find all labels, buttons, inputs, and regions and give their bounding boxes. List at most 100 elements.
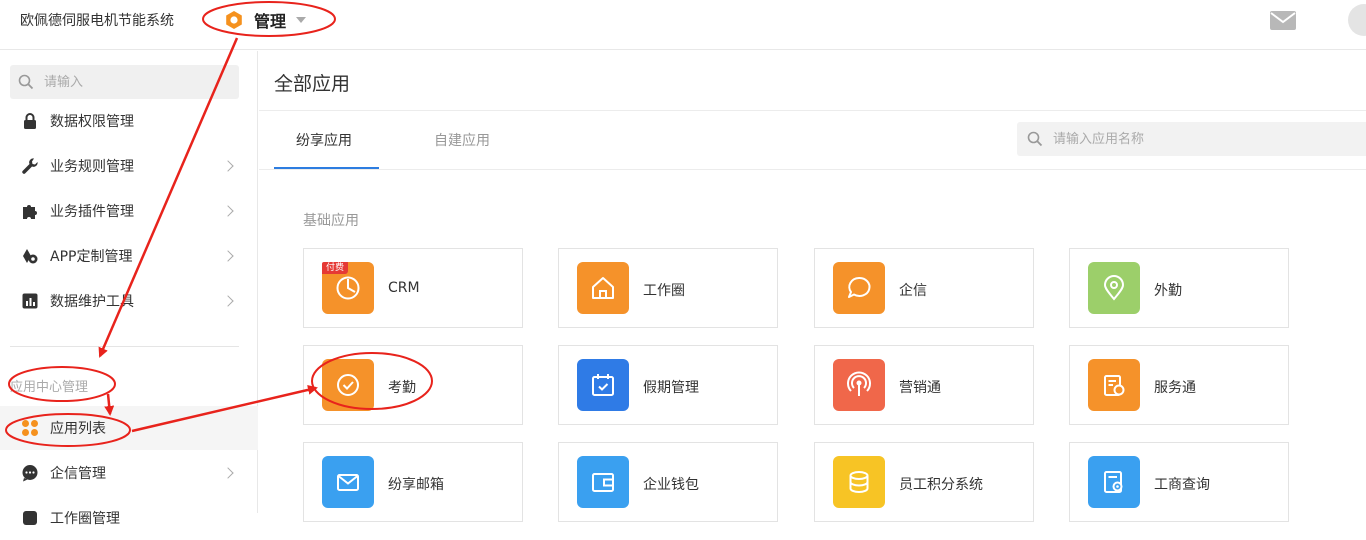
- app-tile: [577, 456, 629, 508]
- envelope-icon: [337, 474, 359, 491]
- clock-pie-icon: [336, 276, 360, 300]
- app-tile: [577, 359, 629, 411]
- search-icon: [1027, 131, 1043, 147]
- app-card-marketing[interactable]: 营销通: [814, 345, 1034, 425]
- mail-icon[interactable]: [1270, 11, 1296, 30]
- app-card-mail[interactable]: 纷享邮箱: [303, 442, 523, 522]
- sidebar-divider: [10, 346, 239, 347]
- sidebar-item-data-tools[interactable]: 数据维护工具: [0, 279, 258, 323]
- divider: [259, 110, 1366, 111]
- app-card-points[interactable]: 员工积分系统: [814, 442, 1034, 522]
- check-shield-icon: [337, 374, 359, 396]
- sidebar-item-work-circle[interactable]: 工作圈管理: [0, 496, 258, 540]
- mode-label: 管理: [254, 12, 287, 31]
- apps-grid-icon: [22, 420, 38, 436]
- sidebar: 数据权限管理 业务规则管理 业务插件管理 APP定制管理 数据维护工具: [0, 51, 258, 527]
- app-tile: [833, 262, 885, 314]
- service-doc-icon: [1104, 375, 1125, 396]
- sidebar-item-label: APP定制管理: [50, 249, 133, 265]
- chevron-right-icon: [222, 160, 234, 172]
- sidebar-item-business-plugins[interactable]: 业务插件管理: [0, 189, 258, 233]
- chat-icon: [22, 465, 38, 482]
- calendar-check-icon: [592, 374, 614, 396]
- app-tile: [1088, 262, 1140, 314]
- app-card-business-query[interactable]: 工商查询: [1069, 442, 1289, 522]
- sidebar-item-label: 数据维护工具: [50, 294, 134, 310]
- app-tile: [1088, 456, 1140, 508]
- main-content: 全部应用 纷享应用 自建应用 基础应用 付费 CRM 工作圈: [259, 51, 1366, 522]
- sidebar-search[interactable]: [10, 65, 239, 99]
- app-card-leave[interactable]: 假期管理: [558, 345, 778, 425]
- chart-icon: [22, 293, 38, 309]
- sidebar-item-label: 应用列表: [50, 421, 106, 437]
- app-name: 员工积分系统: [899, 477, 983, 493]
- database-icon: [849, 471, 869, 493]
- sidebar-item-label: 业务规则管理: [50, 159, 134, 175]
- caret-down-icon: [296, 17, 307, 23]
- sidebar-item-data-permission[interactable]: 数据权限管理: [0, 99, 258, 143]
- app-tile: [577, 262, 629, 314]
- app-card-field-work[interactable]: 外勤: [1069, 248, 1289, 328]
- chat-bubble-icon: [848, 276, 871, 298]
- app-name: 企信: [899, 283, 927, 299]
- tab-custom-apps[interactable]: 自建应用: [434, 130, 490, 150]
- gear-icon: [226, 11, 242, 29]
- sidebar-search-input[interactable]: [42, 73, 212, 91]
- app-search[interactable]: [1017, 122, 1366, 156]
- chevron-right-icon: [222, 250, 234, 262]
- app-search-input[interactable]: [1051, 130, 1221, 148]
- app-card-qixin[interactable]: 企信: [814, 248, 1034, 328]
- group-title: 基础应用: [303, 213, 359, 229]
- avatar[interactable]: [1348, 4, 1366, 36]
- app-custom-icon: [23, 249, 38, 264]
- search-icon: [18, 74, 34, 90]
- app-card-work-circle[interactable]: 工作圈: [558, 248, 778, 328]
- puzzle-icon: [23, 205, 37, 219]
- sidebar-item-label: 工作圈管理: [50, 511, 120, 527]
- app-name: 服务通: [1154, 380, 1196, 396]
- app-card-crm[interactable]: 付费 CRM: [303, 248, 523, 328]
- app-tile: [833, 456, 885, 508]
- app-tile: [322, 359, 374, 411]
- mode-switcher[interactable]: 管理: [224, 7, 307, 33]
- wallet-icon: [592, 473, 614, 492]
- chevron-right-icon: [222, 467, 234, 479]
- circle-icon: [23, 511, 37, 525]
- chevron-right-icon: [222, 205, 234, 217]
- app-tile: [322, 456, 374, 508]
- app-name: 营销通: [899, 380, 941, 396]
- sidebar-item-app-list[interactable]: 应用列表: [0, 406, 258, 450]
- top-bar: 欧佩德伺服电机节能系统 管理: [0, 0, 1366, 50]
- app-name: 纷享邮箱: [388, 477, 444, 493]
- sidebar-item-business-rules[interactable]: 业务规则管理: [0, 144, 258, 188]
- search-doc-icon: [1104, 471, 1123, 493]
- lock-icon: [24, 113, 36, 129]
- app-card-attendance[interactable]: 考勤: [303, 345, 523, 425]
- tab-fenxiang-apps[interactable]: 纷享应用: [296, 130, 352, 150]
- sidebar-item-label: 数据权限管理: [50, 114, 134, 130]
- page-title: 全部应用: [274, 73, 351, 95]
- app-tile: [833, 359, 885, 411]
- app-name: 工商查询: [1154, 477, 1210, 493]
- app-name: 工作圈: [643, 283, 685, 299]
- paid-badge: 付费: [322, 262, 349, 274]
- app-tile: [1088, 359, 1140, 411]
- sidebar-item-label: 业务插件管理: [50, 204, 134, 220]
- app-card-wallet[interactable]: 企业钱包: [558, 442, 778, 522]
- app-name: 企业钱包: [643, 477, 699, 493]
- section-title: 应用中心管理: [10, 380, 89, 395]
- brand-title: 欧佩德伺服电机节能系统: [20, 13, 174, 29]
- chevron-right-icon: [222, 295, 234, 307]
- app-name: CRM: [388, 280, 420, 296]
- divider: [259, 169, 1366, 170]
- location-pin-icon: [1103, 275, 1125, 301]
- wrench-icon: [22, 158, 38, 174]
- sidebar-item-app-custom[interactable]: APP定制管理: [0, 234, 258, 278]
- broadcast-icon: [847, 371, 871, 396]
- app-name: 假期管理: [643, 380, 699, 396]
- app-name: 外勤: [1154, 283, 1182, 299]
- app-card-service[interactable]: 服务通: [1069, 345, 1289, 425]
- sidebar-item-label: 企信管理: [50, 466, 106, 482]
- app-name: 考勤: [388, 380, 416, 396]
- sidebar-item-qixin[interactable]: 企信管理: [0, 451, 258, 495]
